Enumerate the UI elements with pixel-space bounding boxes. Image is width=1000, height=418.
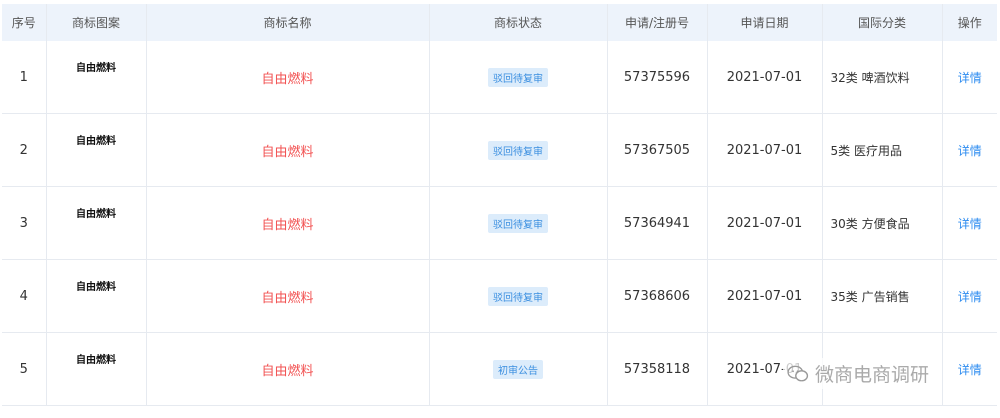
row-index: 2 (2, 113, 47, 187)
trademark-image: 自由燃料 (76, 136, 116, 147)
trademark-image: 自由燃料 (76, 282, 116, 293)
trademark-name: 自由燃料 (261, 144, 314, 160)
header-date: 申请日期 (707, 4, 823, 41)
header-reg-no: 申请/注册号 (607, 4, 708, 41)
trademark-image: 自由燃料 (76, 63, 116, 74)
table-row: 1 自由燃料 自由燃料 驳回待复审 57375596 2021-07-01 32… (2, 41, 997, 114)
row-index: 1 (2, 41, 47, 114)
reg-number: 57375596 (607, 41, 708, 114)
apply-date: 2021-07-01 (707, 41, 823, 114)
header-mark-status: 商标状态 (429, 4, 608, 41)
trademark-name: 自由燃料 (261, 363, 314, 379)
apply-date: 2021-07-01 (707, 186, 823, 260)
status-badge: 初审公告 (493, 359, 543, 379)
status-badge: 驳回待复审 (488, 67, 548, 87)
watermark: 微商电商调研 (783, 358, 934, 389)
status-badge: 驳回待复审 (488, 213, 548, 233)
detail-link[interactable]: 详情 (958, 290, 982, 304)
detail-link[interactable]: 详情 (958, 71, 982, 85)
row-index: 5 (2, 332, 47, 406)
reg-number: 57368606 (607, 259, 708, 333)
status-badge: 驳回待复审 (488, 286, 548, 306)
header-index: 序号 (2, 4, 47, 41)
classification: 35类 广告销售 (822, 259, 943, 333)
watermark-text: 微商电商调研 (815, 364, 930, 386)
detail-link[interactable]: 详情 (958, 363, 982, 377)
reg-number: 57367505 (607, 113, 708, 187)
table-row: 2 自由燃料 自由燃料 驳回待复审 57367505 2021-07-01 5类… (2, 113, 997, 187)
detail-link[interactable]: 详情 (958, 217, 982, 231)
reg-number: 57364941 (607, 186, 708, 260)
detail-link[interactable]: 详情 (958, 144, 982, 158)
table-row: 4 自由燃料 自由燃料 驳回待复审 57368606 2021-07-01 35… (2, 259, 997, 333)
trademark-name: 自由燃料 (261, 71, 314, 87)
trademark-name: 自由燃料 (261, 217, 314, 233)
apply-date: 2021-07-01 (707, 259, 823, 333)
table-row: 3 自由燃料 自由燃料 驳回待复审 57364941 2021-07-01 30… (2, 186, 997, 260)
classification: 32类 啤酒饮料 (822, 41, 943, 114)
header-mark-image: 商标图案 (46, 4, 147, 41)
header-action: 操作 (942, 4, 997, 41)
table-header-row: 序号 商标图案 商标名称 商标状态 申请/注册号 申请日期 国际分类 操作 (2, 4, 997, 41)
row-index: 4 (2, 259, 47, 333)
header-classification: 国际分类 (822, 4, 943, 41)
reg-number: 57358118 (607, 332, 708, 406)
trademark-table: 序号 商标图案 商标名称 商标状态 申请/注册号 申请日期 国际分类 操作 1 … (2, 4, 997, 406)
trademark-name: 自由燃料 (261, 290, 314, 306)
wechat-icon (787, 365, 809, 381)
apply-date: 2021-07-01 (707, 113, 823, 187)
row-index: 3 (2, 186, 47, 260)
status-badge: 驳回待复审 (488, 140, 548, 160)
header-mark-name: 商标名称 (146, 4, 430, 41)
trademark-image: 自由燃料 (76, 355, 116, 366)
classification: 30类 方便食品 (822, 186, 943, 260)
trademark-image: 自由燃料 (76, 209, 116, 220)
classification: 5类 医疗用品 (822, 113, 943, 187)
